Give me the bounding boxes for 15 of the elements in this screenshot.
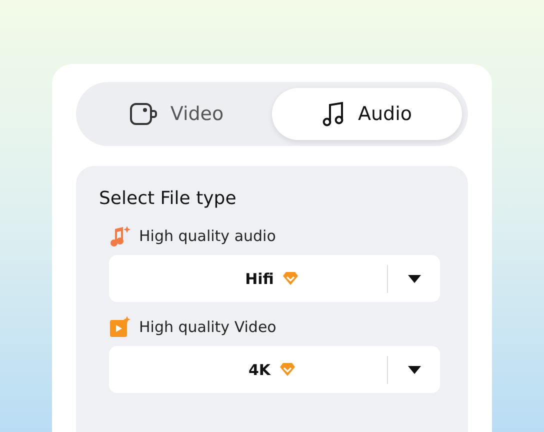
- dropdown[interactable]: 4K: [109, 346, 440, 393]
- tab[interactable]: Video: [82, 88, 272, 140]
- video-camera-icon: [130, 102, 158, 126]
- dropdown-value: 4K: [248, 360, 271, 378]
- video-sparkle-icon: [109, 316, 131, 338]
- dropdown[interactable]: Hifi: [109, 255, 440, 302]
- music-note-icon: [322, 101, 346, 127]
- option-label: High quality Video: [139, 318, 276, 336]
- option-label: High quality audio: [139, 227, 276, 245]
- panel-title: Select File type: [99, 188, 238, 209]
- tab[interactable]: Audio: [272, 88, 462, 140]
- music-sparkle-icon: [109, 225, 131, 247]
- caret-icon: [408, 274, 420, 282]
- caret-icon: [408, 366, 420, 374]
- dropdown-value: Hifi: [245, 270, 274, 288]
